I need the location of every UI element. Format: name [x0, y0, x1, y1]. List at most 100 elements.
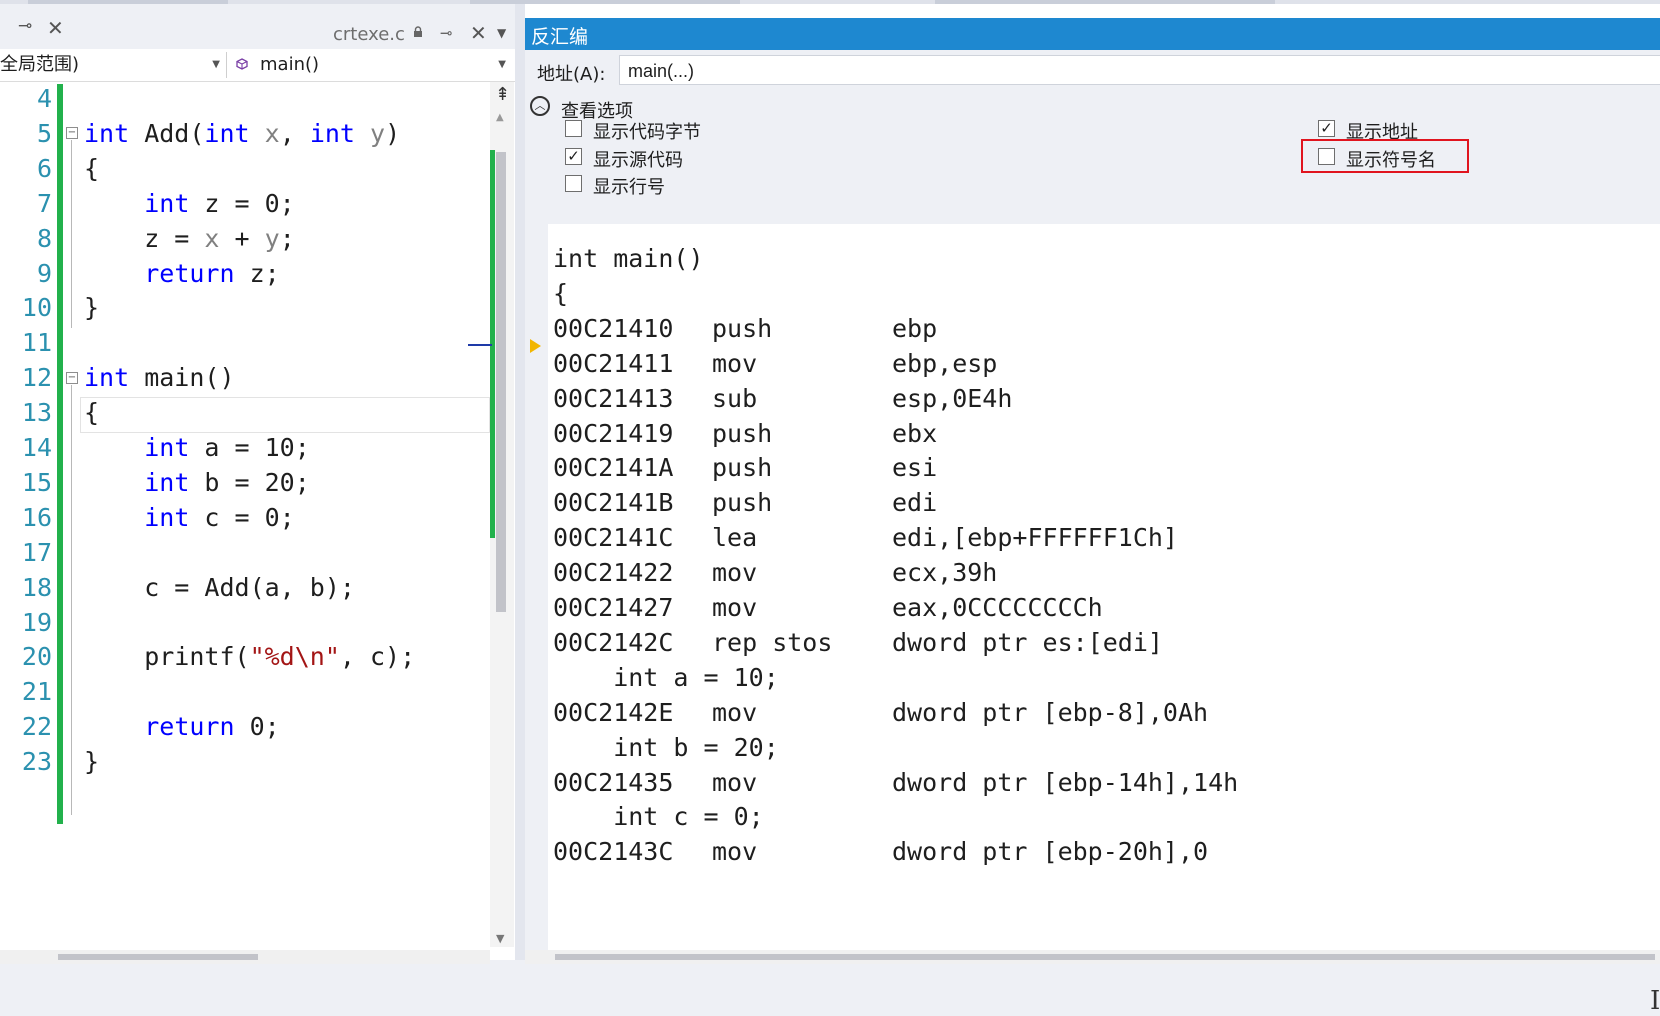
scroll-down-icon[interactable]: ▼: [496, 932, 504, 945]
editor-tab-bar: ⊸ ✕ crtexe.c ⊸ ✕ ▼: [0, 4, 515, 49]
code-token: int: [309, 118, 355, 148]
code-line: int Add(int x, int y): [84, 119, 400, 148]
instruction-operands: eax,0CCCCCCCCh: [892, 593, 1103, 622]
line-number: 20: [21, 642, 52, 672]
disassembly-title-bar[interactable]: 反汇编: [525, 18, 1660, 50]
code-token: main(): [129, 363, 235, 393]
instruction-pointer-arrow-icon: [530, 339, 541, 353]
line-number: 17: [21, 537, 52, 567]
code-token: x: [204, 223, 220, 253]
chevron-down-icon: ▼: [498, 59, 506, 70]
code-line: z = x + y;: [84, 224, 295, 253]
show-code-bytes-checkbox[interactable]: [565, 120, 582, 137]
line-number: 6: [36, 153, 52, 183]
code-token: return: [144, 258, 235, 288]
code-token: int: [144, 467, 190, 497]
fold-toggle-icon[interactable]: −: [66, 372, 78, 384]
address-input[interactable]: main(...): [619, 55, 1660, 85]
instruction-address: 00C2143C: [553, 837, 674, 867]
fold-guide: [71, 385, 72, 815]
code-token: ): [385, 118, 401, 148]
code-token: Add(: [129, 118, 205, 148]
code-token: int: [204, 118, 250, 148]
text-cursor-icon: I: [1650, 986, 1660, 1016]
cube-icon: [236, 58, 248, 70]
show-line-numbers-checkbox[interactable]: [565, 175, 582, 192]
instruction-mnemonic: sub: [712, 383, 758, 413]
code-line: {: [84, 398, 99, 427]
view-options-panel: ︿ 查看选项 显示代码字节 ✓ 显示源代码 显示行号 ✓ 显示地址 显示符号名: [525, 92, 1660, 224]
tab-filename[interactable]: crtexe.c: [333, 24, 405, 45]
line-number: 19: [21, 607, 52, 637]
scope-dropdown[interactable]: 全局范围) ▼: [0, 52, 227, 78]
show-source-code-checkbox[interactable]: ✓: [565, 148, 582, 165]
disassembly-view[interactable]: int main() {00C21410 push ebp 00C21411 mov ebp…: [525, 224, 1660, 1016]
pin-icon[interactable]: ⊸: [18, 16, 32, 36]
disassembly-pane: 反汇编 地址(A): main(...) ︿ 查看选项 显示代码字节 ✓ 显示源…: [525, 4, 1660, 1016]
horizontal-scrollbar[interactable]: [0, 950, 490, 964]
line-number: 5: [36, 118, 52, 148]
instruction-operands: edi,[ebp+FFFFFF1Ch]: [892, 523, 1178, 553]
line-number: 16: [21, 502, 52, 532]
instruction-address: 00C21435: [553, 767, 674, 797]
instruction-address: 00C2142C: [553, 627, 674, 657]
instruction-mnemonic: lea: [712, 523, 758, 553]
instruction-address: 00C21413: [553, 383, 674, 413]
navigation-bar: 全局范围) ▼ main() ▼: [0, 49, 515, 82]
fold-toggle-icon[interactable]: −: [66, 127, 78, 139]
function-dropdown[interactable]: main() ▼: [232, 52, 510, 78]
chevron-down-icon: ▼: [212, 59, 220, 70]
code-area[interactable]: 4 5 6 7 8 9 10 11 12 13 14 15 16 17 18 19 20 21 22 23 − − i…: [0, 82, 490, 947]
function-dropdown-label: main(): [260, 54, 320, 75]
instruction-operands: dword ptr [ebp-20h],0: [892, 837, 1209, 867]
source-line: int b = 20;: [553, 732, 779, 762]
instruction-mnemonic: mov: [712, 837, 758, 867]
scrollbar-thumb[interactable]: [58, 954, 258, 960]
scrollbar-thumb[interactable]: [496, 152, 506, 612]
pane-splitter[interactable]: [515, 4, 525, 960]
scroll-up-icon[interactable]: ▲: [496, 112, 504, 123]
horizontal-scrollbar[interactable]: [525, 950, 1660, 964]
code-token: int: [84, 118, 130, 148]
instruction-address: 00C21410: [553, 313, 674, 343]
source-line: int c = 0;: [553, 802, 764, 832]
code-token: int: [144, 188, 190, 218]
source-line: int main(): [553, 244, 704, 273]
code-line: }: [84, 293, 99, 322]
code-token: x: [264, 118, 280, 148]
line-number: 21: [21, 677, 52, 707]
tab-close-icon[interactable]: ✕: [470, 21, 487, 45]
instruction-address: 00C2141A: [553, 453, 674, 483]
vertical-scrollbar[interactable]: ⇞ ▲ ▼: [468, 82, 514, 947]
close-icon[interactable]: ✕: [47, 16, 64, 40]
instruction-operands: esi: [892, 453, 938, 483]
tab-pin-icon[interactable]: ⊸: [440, 24, 453, 42]
split-view-icon[interactable]: ⇞: [495, 84, 510, 105]
code-token: b = 20;: [189, 467, 310, 497]
show-address-checkbox[interactable]: ✓: [1318, 120, 1335, 137]
collapse-icon[interactable]: ︿: [530, 96, 550, 116]
code-token: }: [84, 293, 100, 323]
code-token: printf(: [84, 642, 250, 672]
instruction-operands: dword ptr [ebp-8],0Ah: [892, 697, 1209, 727]
code-line: int main(): [84, 363, 235, 392]
instruction-address: 00C2142E: [553, 697, 674, 727]
code-line: c = Add(a, b);: [84, 573, 355, 602]
instruction-mnemonic: mov: [712, 593, 758, 622]
instruction-operands: dword ptr [ebp-14h],14h: [892, 767, 1239, 797]
chevron-down-icon[interactable]: ▼: [497, 26, 506, 40]
code-token: int: [144, 433, 190, 462]
annotation-highlight-box: [1301, 139, 1469, 173]
instruction-address: 00C21427: [553, 593, 674, 622]
option-label: 显示源代码: [593, 150, 683, 171]
line-number: 23: [21, 747, 52, 777]
scrollbar-thumb[interactable]: [555, 954, 1655, 960]
code-token: +: [219, 223, 265, 253]
code-token: ;: [279, 223, 295, 253]
disassembly-title: 反汇编: [531, 26, 589, 48]
